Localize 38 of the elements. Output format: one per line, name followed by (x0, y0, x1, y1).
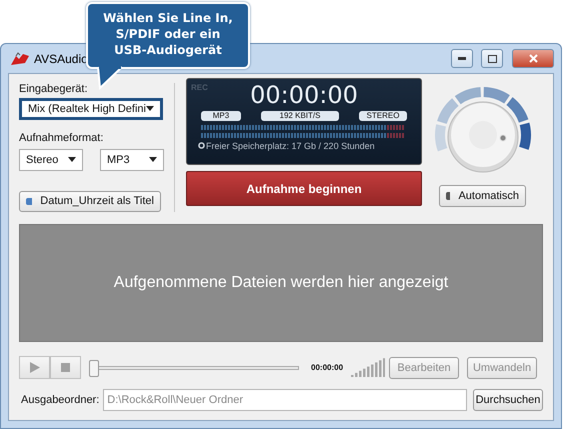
volume-bars-icon (351, 358, 386, 377)
maximize-button[interactable] (481, 49, 503, 68)
playback-time: 00:00:00 (311, 363, 344, 372)
output-folder-field[interactable]: D:\Rock&Roll\Neuer Ordner (103, 389, 467, 411)
window-title: AVSAudio (34, 52, 88, 66)
browse-button[interactable]: Durchsuchen (473, 389, 543, 411)
input-device-dropdown[interactable]: Mix (Realtek High Defini (19, 98, 163, 120)
channels-dropdown[interactable]: Stereo (19, 148, 83, 171)
format-badge: MP3 (201, 111, 241, 121)
format-badge: STEREO (359, 111, 407, 121)
dropdown-caret-icon (146, 106, 154, 112)
codec-dropdown[interactable]: MP3 (100, 148, 164, 171)
toggle-icon (446, 192, 450, 200)
free-space-text: Freier Speicherplatz: 17 Gb / 220 Stunden (198, 141, 375, 151)
volume-knob[interactable] (432, 85, 532, 173)
close-button[interactable] (512, 49, 554, 68)
automatic-button[interactable]: Automatisch (439, 185, 526, 207)
app-logo-icon (10, 52, 30, 66)
circle-icon (198, 142, 205, 149)
dropdown-caret-icon (68, 157, 76, 162)
output-folder-label: Ausgabeordner: (21, 394, 100, 406)
date-title-button[interactable]: Datum_Uhrzeit als Titel (19, 190, 161, 212)
close-icon (528, 54, 538, 63)
empty-list-message: Aufgenommene Dateien werden hier angezeigt (114, 274, 448, 292)
record-button[interactable]: Aufnahme beginnen (186, 171, 422, 206)
toggle-icon (26, 198, 32, 205)
tooltip-callout: Wählen Sie Line In, S/PDIF oder ein USB-Audiogerät (86, 2, 250, 69)
input-device-label: Eingabegerät: (19, 83, 88, 95)
minimize-icon (458, 57, 466, 60)
dropdown-caret-icon (149, 157, 157, 162)
play-icon (30, 362, 40, 373)
seek-slider-thumb[interactable] (89, 360, 99, 376)
stop-icon (61, 363, 70, 372)
maximize-icon (488, 54, 496, 62)
minimize-button[interactable] (451, 49, 473, 68)
format-label: Aufnahmeformat: (19, 132, 104, 144)
recording-time: 00:00:00 (250, 82, 358, 108)
format-badge: 192 KBIT/S (261, 111, 339, 121)
